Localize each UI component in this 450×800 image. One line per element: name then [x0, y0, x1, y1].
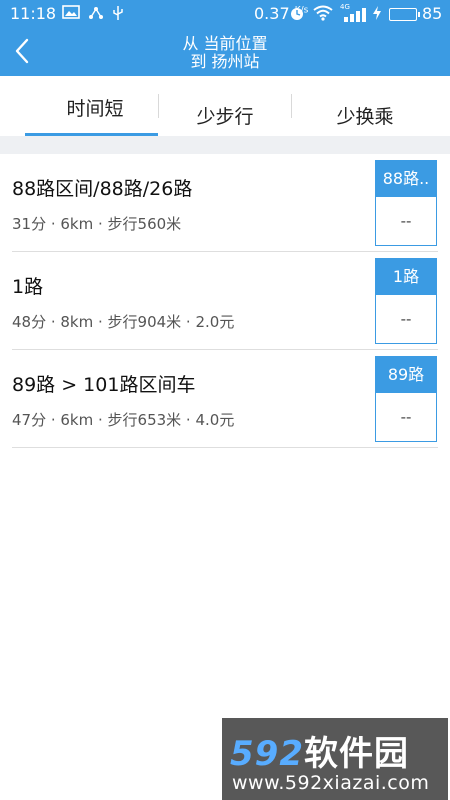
- wifi-icon: [313, 5, 333, 25]
- route-name: 89路 > 101路区间车: [12, 374, 196, 396]
- top-bar: 11:18 0.37 K/s 4G 85 从 当前位置 到: [0, 0, 450, 76]
- route-meta: 47分 · 6km · 步行653米 · 4.0元: [12, 411, 235, 429]
- status-time: 11:18: [10, 4, 57, 23]
- route-item[interactable]: 88路区间/88路/26路 31分 · 6km · 步行560米 88路.. -…: [12, 154, 438, 252]
- route-bus-arrival: --: [400, 408, 412, 426]
- tab-fewer-transfers[interactable]: 少换乘: [295, 76, 435, 136]
- status-bar: 11:18 0.37 K/s 4G 85: [0, 0, 450, 28]
- nav-title-destination: 到 扬州站: [190, 52, 260, 71]
- image-icon: [62, 5, 80, 23]
- sort-tabs: 时间短 少步行 少换乘: [0, 76, 450, 136]
- nav-bar: 从 当前位置 到 扬州站: [0, 28, 450, 76]
- route-item[interactable]: 89路 > 101路区间车 47分 · 6km · 步行653米 · 4.0元 …: [12, 350, 438, 448]
- nav-title-origin: 从 当前位置: [182, 34, 268, 53]
- tab-divider: [291, 94, 292, 118]
- site-watermark: 592软件园 www.592xiazai.com: [222, 718, 448, 800]
- cell-signal-icon: 4G: [340, 3, 366, 22]
- watermark-url: www.592xiazai.com: [232, 772, 430, 794]
- usb-icon: [112, 5, 124, 25]
- route-meta: 31分 · 6km · 步行560米: [12, 215, 182, 233]
- alarm-icon: [289, 5, 305, 25]
- route-bus-arrival: --: [400, 212, 412, 230]
- chevron-left-icon: [15, 38, 29, 64]
- route-bus-line: 88路..: [376, 161, 436, 197]
- route-name: 1路: [12, 276, 44, 298]
- battery-icon: [389, 8, 420, 21]
- watermark-brand: 592软件园: [230, 734, 409, 774]
- route-bus-badge: 89路 --: [375, 356, 437, 442]
- section-divider: [0, 136, 450, 154]
- route-item[interactable]: 1路 48分 · 8km · 步行904米 · 2.0元 1路 --: [12, 252, 438, 350]
- route-bus-line: 89路: [376, 357, 436, 393]
- route-bus-badge: 88路.. --: [375, 160, 437, 246]
- route-meta: 48分 · 8km · 步行904米 · 2.0元: [12, 313, 235, 331]
- share-icon: [88, 5, 104, 25]
- route-bus-line: 1路: [376, 259, 436, 295]
- battery-level: 85: [422, 4, 443, 23]
- back-button[interactable]: [8, 34, 36, 68]
- charging-icon: [372, 5, 382, 25]
- route-name: 88路区间/88路/26路: [12, 178, 193, 200]
- route-bus-badge: 1路 --: [375, 258, 437, 344]
- tab-less-walking[interactable]: 少步行: [155, 76, 295, 136]
- route-bus-arrival: --: [400, 310, 412, 328]
- tab-shortest-time[interactable]: 时间短: [25, 76, 165, 136]
